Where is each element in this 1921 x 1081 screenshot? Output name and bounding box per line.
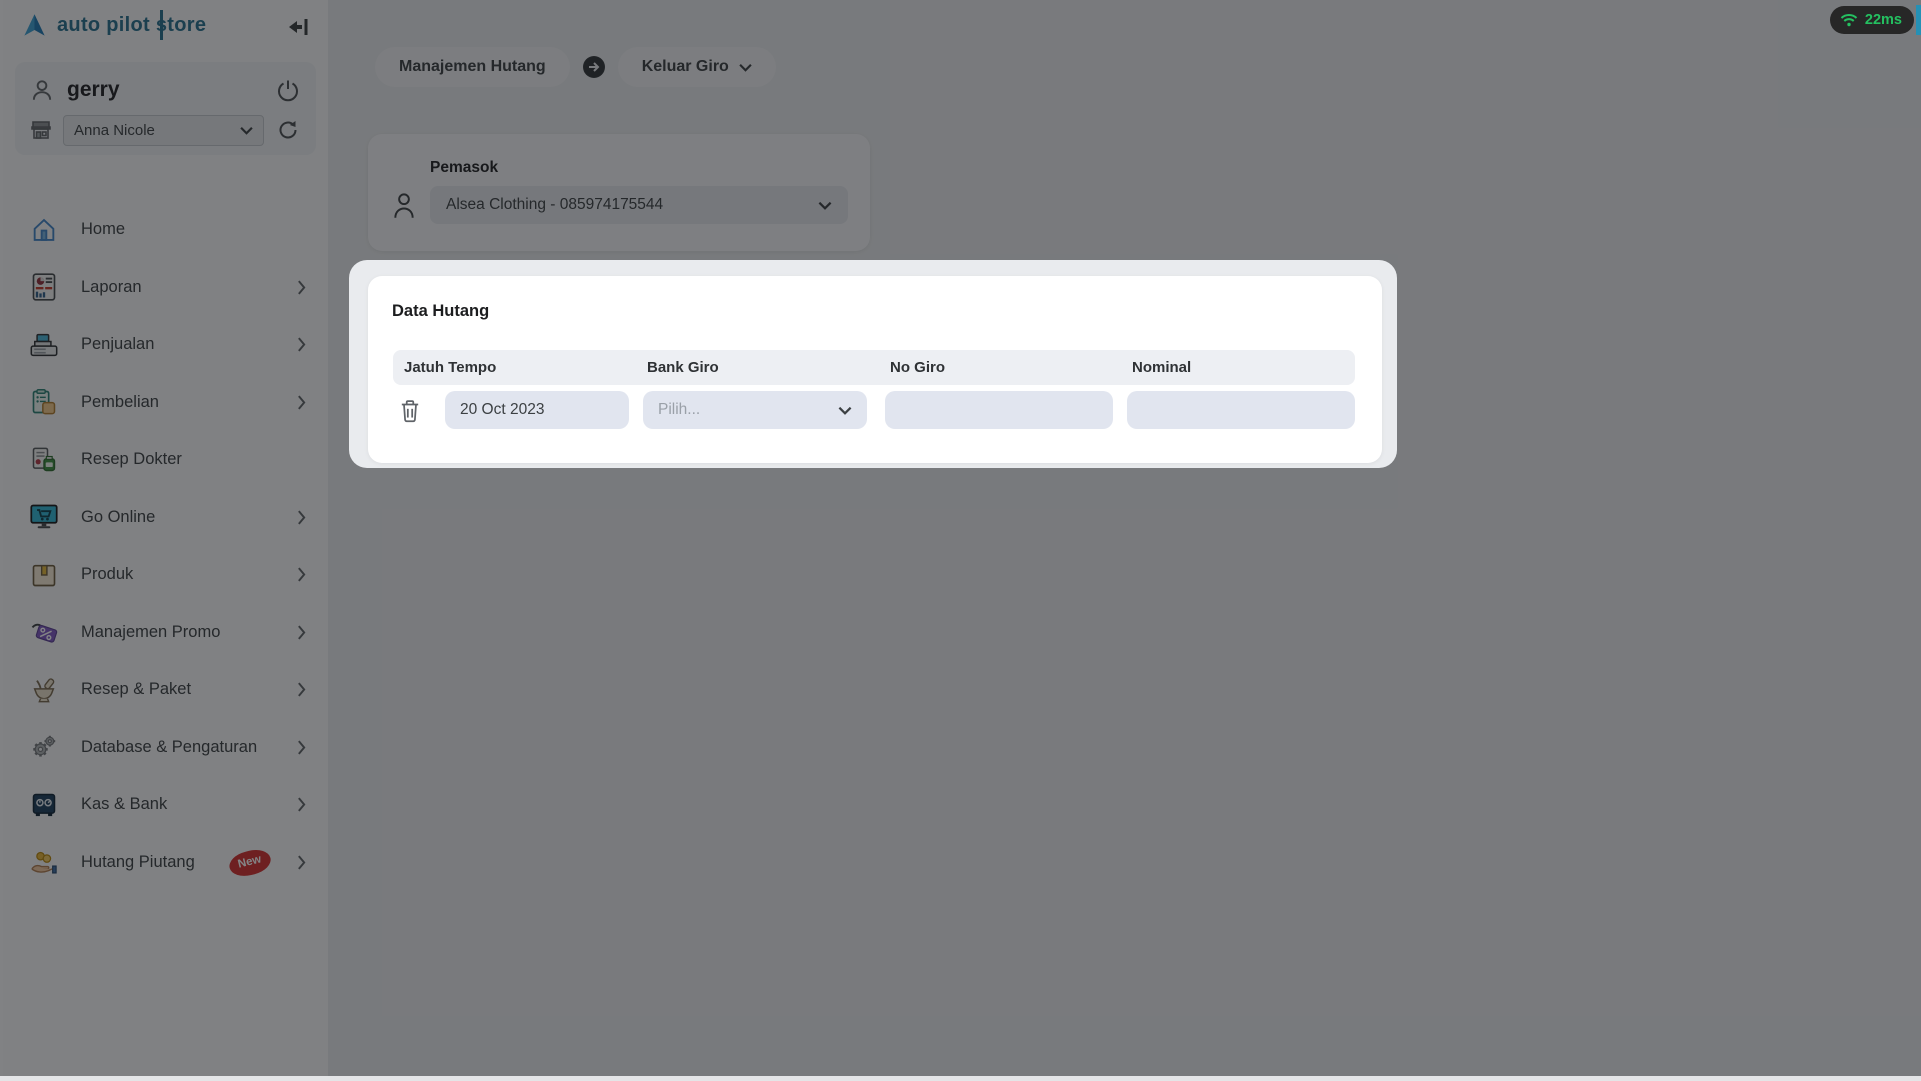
no-giro-input[interactable]: [885, 391, 1113, 429]
screen-bottom-edge: [0, 1076, 1921, 1081]
latency-value: 22ms: [1864, 12, 1902, 28]
data-hutang-table-header: Jatuh Tempo Bank Giro No Giro Nominal: [393, 350, 1355, 385]
column-header-jatuh-tempo: Jatuh Tempo: [404, 359, 497, 376]
column-header-nominal: Nominal: [1132, 359, 1192, 376]
data-hutang-title: Data Hutang: [392, 302, 490, 320]
wifi-icon: [1840, 14, 1858, 27]
jatuh-tempo-date-input[interactable]: [445, 391, 629, 429]
data-hutang-card: Data Hutang Jatuh Tempo Bank Giro No Gir…: [368, 276, 1382, 463]
column-header-no-giro: No Giro: [890, 359, 945, 376]
bank-giro-placeholder: Pilih...: [658, 401, 701, 418]
tour-highlight-stage: Data Hutang Jatuh Tempo Bank Giro No Gir…: [349, 260, 1397, 468]
chevron-down-icon: [838, 406, 852, 415]
delete-row-trash-icon[interactable]: [399, 399, 423, 423]
column-header-bank-giro: Bank Giro: [647, 359, 719, 376]
nominal-input[interactable]: [1127, 391, 1355, 429]
latency-badge: 22ms: [1829, 6, 1914, 34]
bank-giro-select[interactable]: Pilih...: [643, 391, 867, 429]
screen-right-edge: [1916, 5, 1921, 35]
table-row: Pilih...: [393, 391, 1355, 429]
tour-dim-overlay: [0, 0, 1921, 1081]
